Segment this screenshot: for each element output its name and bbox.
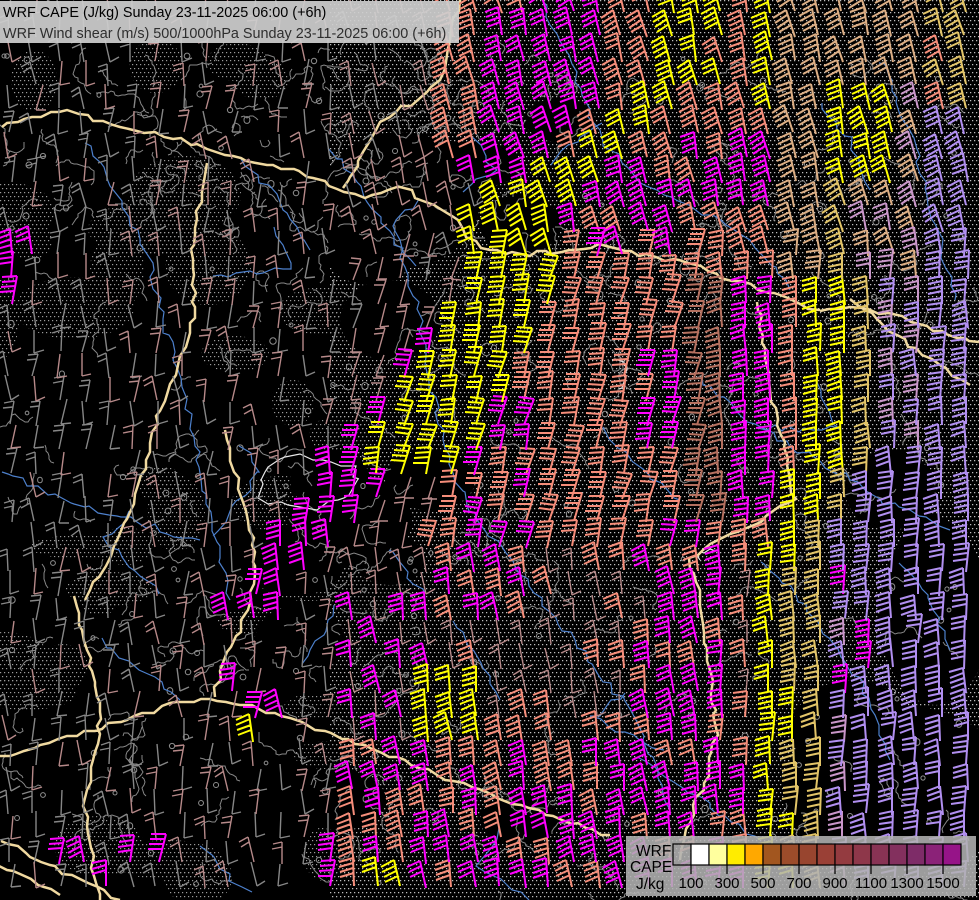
- svg-text:CAPE: CAPE: [630, 859, 672, 876]
- svg-text:700: 700: [786, 875, 811, 892]
- svg-text:1100: 1100: [855, 875, 887, 892]
- svg-text:WRF: WRF: [636, 843, 671, 860]
- svg-text:1300: 1300: [890, 875, 923, 892]
- svg-text:WRF CAPE (J/kg) Sunday 23-11-2: WRF CAPE (J/kg) Sunday 23-11-2025 06:00 …: [3, 5, 326, 21]
- svg-text:1500: 1500: [926, 875, 959, 892]
- svg-text:100: 100: [678, 875, 703, 892]
- svg-text:300: 300: [714, 875, 739, 892]
- svg-text:900: 900: [822, 875, 847, 892]
- svg-text:500: 500: [750, 875, 775, 892]
- svg-text:J/kg: J/kg: [636, 876, 664, 893]
- svg-text:WRF Wind shear (m/s) 500/1000h: WRF Wind shear (m/s) 500/1000hPa Sunday …: [3, 26, 446, 42]
